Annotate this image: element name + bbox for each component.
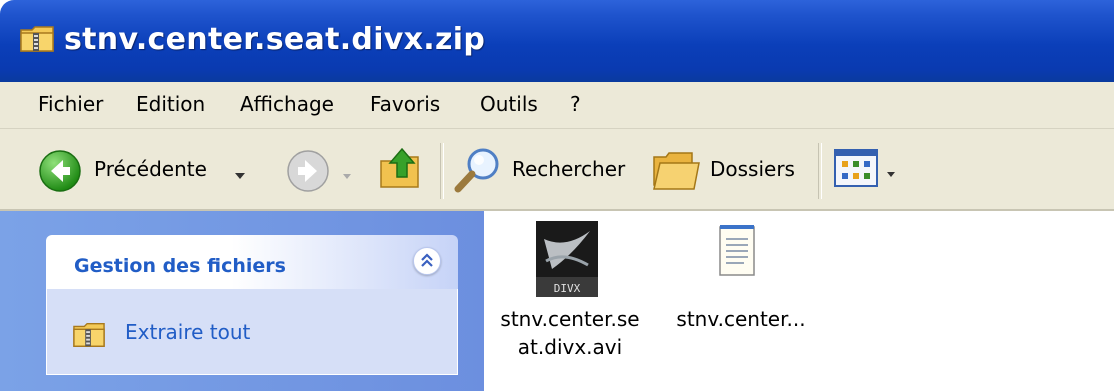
file-item[interactable]: stnv.center... — [662, 211, 814, 391]
menu-help[interactable]: ? — [570, 92, 581, 116]
menu-edition[interactable]: Edition — [136, 92, 205, 116]
folders-icon — [652, 149, 702, 195]
zip-folder-icon — [20, 24, 54, 52]
title-bar[interactable]: stnv.center.seat.divx.zip — [0, 0, 1114, 82]
forward-button[interactable] — [284, 139, 354, 199]
menu-affichage[interactable]: Affichage — [240, 92, 334, 116]
menu-favoris[interactable]: Favoris — [370, 92, 440, 116]
window-title: stnv.center.seat.divx.zip — [64, 22, 486, 57]
folders-button[interactable]: Dossiers — [652, 139, 806, 199]
magnifier-icon — [452, 145, 504, 201]
views-button[interactable] — [834, 143, 906, 195]
group-header[interactable]: Gestion des fichiers — [46, 235, 458, 289]
back-dropdown-icon[interactable] — [234, 165, 246, 184]
folders-label: Dossiers — [710, 157, 795, 181]
group-title: Gestion des fichiers — [74, 255, 286, 277]
file-item[interactable]: DIVX stnv.center.se at.divx.avi — [484, 211, 656, 391]
svg-text:DIVX: DIVX — [554, 282, 581, 295]
collapse-chevron-icon[interactable] — [413, 247, 441, 275]
back-arrow-icon — [38, 149, 82, 197]
menu-fichier[interactable]: Fichier — [38, 92, 103, 116]
menu-bar: Fichier Edition Affichage Favoris Outils… — [0, 82, 1114, 129]
views-dropdown-icon — [886, 163, 896, 182]
forward-dropdown-icon[interactable] — [342, 165, 352, 184]
file-name: stnv.center.se at.divx.avi — [500, 307, 640, 359]
file-name: stnv.center... — [676, 307, 806, 331]
views-grid-icon — [834, 149, 878, 191]
back-button[interactable]: Précédente — [36, 139, 262, 199]
forward-arrow-icon — [286, 149, 330, 197]
menu-outils[interactable]: Outils — [480, 92, 538, 116]
up-folder-icon[interactable] — [378, 143, 424, 195]
search-button[interactable]: Rechercher — [452, 139, 638, 199]
file-tasks-group: Gestion des fichiers Extraire tout — [46, 235, 458, 375]
notepad-icon — [718, 223, 758, 283]
extract-all-link[interactable]: Extraire tout — [125, 320, 250, 344]
divx-video-icon: DIVX — [536, 221, 598, 301]
zip-folder-icon — [73, 320, 105, 348]
toolbar: Précédente Rechercher Dossiers — [0, 129, 1114, 211]
file-list: DIVX stnv.center.se at.divx.avi stnv.cen… — [484, 211, 1114, 391]
back-label: Précédente — [94, 157, 207, 181]
group-body: Extraire tout — [46, 289, 458, 375]
search-label: Rechercher — [512, 157, 626, 181]
